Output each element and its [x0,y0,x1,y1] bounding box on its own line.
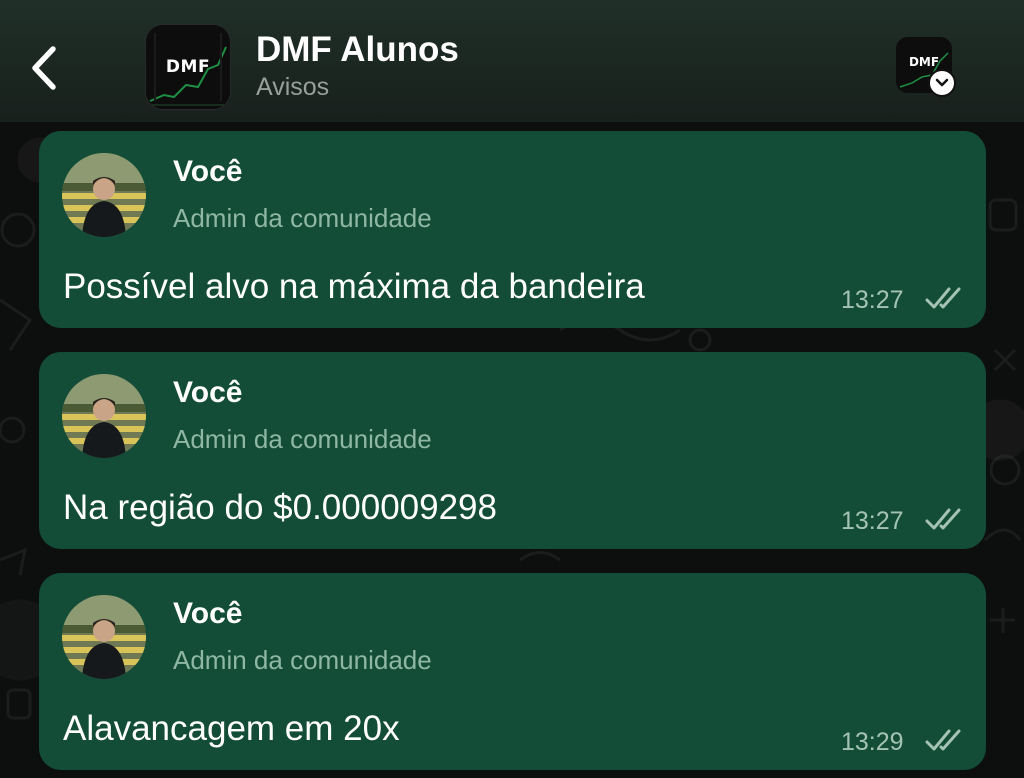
message-bubble[interactable]: Você Admin da comunidade Possível alvo n… [39,131,986,328]
chevron-left-icon [32,46,56,90]
double-check-icon [925,729,961,751]
chat-subtitle: Avisos [256,73,330,101]
message-text: Possível alvo na máxima da bandeira [63,267,645,306]
profile-photo [62,374,146,458]
sender-name: Você [173,376,243,409]
community-logo-text: DMF [908,55,940,69]
sender-avatar[interactable] [62,374,146,458]
message-time: 13:27 [841,286,904,314]
message-time: 13:27 [841,507,904,535]
chat-title: DMF Alunos [256,30,459,69]
message-text: Na região do $0.000009298 [63,488,497,527]
back-button[interactable] [22,40,66,96]
community-menu-badge[interactable] [928,69,956,97]
sender-role: Admin da comunidade [173,203,432,233]
message-bubble[interactable]: Você Admin da comunidade Alavancagem em … [39,573,986,770]
message-bubble[interactable]: Você Admin da comunidade Na região do $0… [39,352,986,549]
sender-name: Você [173,155,243,188]
sender-avatar[interactable] [62,153,146,237]
sender-role: Admin da comunidade [173,645,432,675]
double-check-icon [925,508,961,530]
chat-title-block[interactable]: DMF Alunos Avisos [256,30,459,104]
double-check-icon [925,287,961,309]
sender-name: Você [173,597,243,630]
message-time: 13:29 [841,728,904,756]
chevron-down-icon [935,78,949,87]
profile-photo [62,595,146,679]
profile-photo [62,153,146,237]
group-avatar[interactable]: DMF [145,24,231,110]
sender-avatar[interactable] [62,595,146,679]
sender-role: Admin da comunidade [173,424,432,454]
group-logo-text: DMF [165,57,211,77]
community-avatar-button[interactable]: DMF [896,37,956,97]
message-text: Alavancagem em 20x [63,709,400,748]
chat-header: DMF DMF Alunos Avisos DMF [0,0,1024,122]
